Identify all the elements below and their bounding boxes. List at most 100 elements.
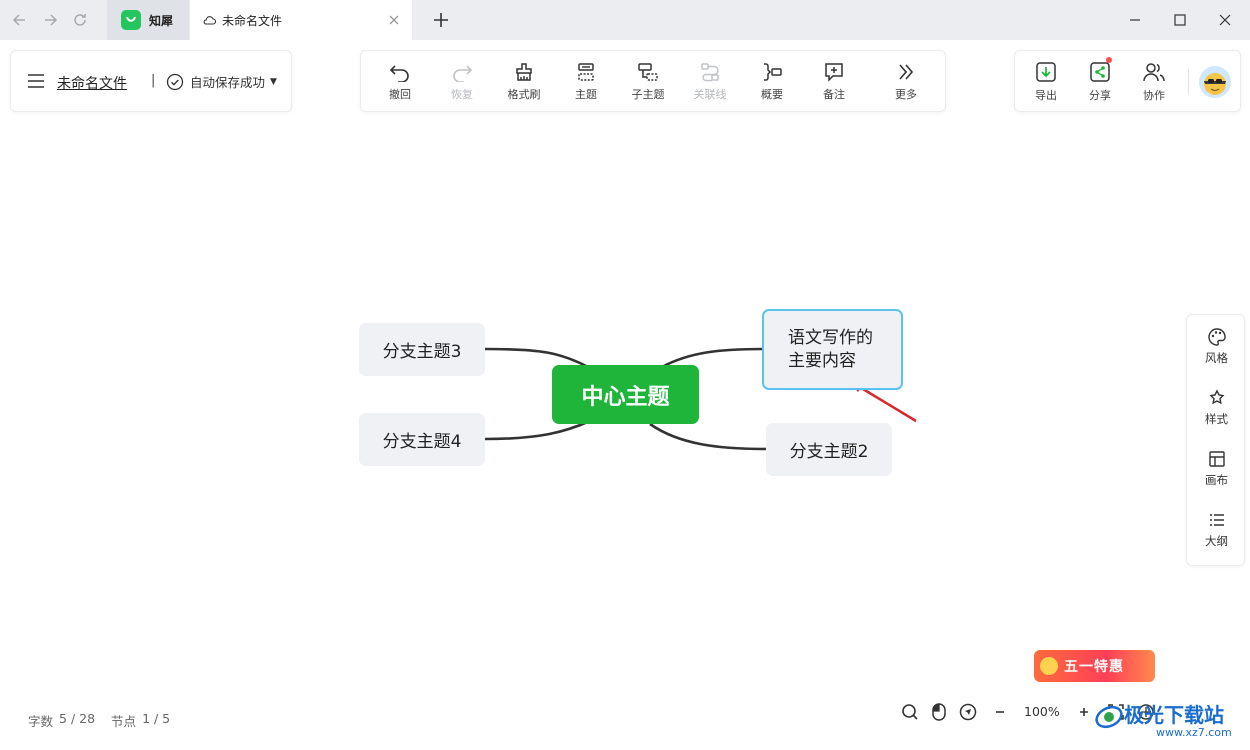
share-button[interactable]: 分享 [1075,51,1125,113]
maximize-icon[interactable] [1170,10,1190,30]
locate-icon[interactable] [958,702,978,722]
subtopic-button[interactable]: 子主题 [617,51,679,113]
summary-icon [764,63,782,81]
style-icon [1209,389,1224,405]
back-icon[interactable] [10,10,30,30]
side-panel: 风格 样式 画布 大纲 [1186,314,1245,566]
node-style-button[interactable]: 样式 [1187,378,1246,438]
topic-icon [578,63,594,81]
branch-topic-4-node[interactable]: 分支主题4 [359,413,485,466]
word-count-label: 字数 [28,714,54,729]
summary-button[interactable]: 概要 [741,51,803,113]
users-icon [1143,63,1165,82]
tab-app[interactable]: 知犀 [107,0,189,40]
right-panel: 导出 分享 协作 [1014,50,1241,112]
word-count-value: 5 / 28 [59,711,96,726]
outline-label: 大纲 [1205,534,1228,548]
topic-label: 主题 [575,88,597,101]
share-label: 分享 [1089,89,1111,102]
outline-button[interactable]: 大纲 [1187,500,1246,560]
file-separator: | [151,73,156,88]
canvas-icon [1208,451,1225,467]
palette-icon [1207,328,1226,346]
export-label: 导出 [1035,89,1057,102]
share-icon [1090,62,1110,82]
file-name[interactable]: 未命名文件 [57,73,127,93]
avatar[interactable] [1199,66,1231,98]
export-icon [1036,62,1056,82]
relation-line-label: 关联线 [693,88,727,101]
note-button[interactable]: 备注 [803,51,865,113]
node-count-value: 1 / 5 [142,711,171,726]
more-button[interactable]: 更多 [875,51,937,113]
close-tab-icon[interactable] [386,12,402,28]
menu-icon[interactable] [27,73,45,89]
promo-label: 五一特惠 [1064,659,1124,675]
selected-topic-node[interactable]: 语文写作的 主要内容 [762,309,903,390]
tab-file[interactable]: 未命名文件 [190,0,412,40]
caret-down-icon: ▼ [270,76,277,87]
center-topic-node[interactable]: 中心主题 [552,365,699,424]
selected-topic-line1: 语文写作的 [788,327,873,348]
file-panel: 未命名文件 | 自动保存成功 ▼ [10,50,292,112]
save-status-label: 自动保存成功 [190,75,266,90]
minimize-icon[interactable] [1125,10,1145,30]
watermark: 极光下载站 www.xz7.com [1094,699,1244,743]
tab-file-label: 未命名文件 [222,13,283,28]
promo-banner[interactable]: 五一特惠 [1034,650,1155,682]
format-brush-icon [516,63,532,81]
canvas-label: 画布 [1205,473,1228,487]
collab-button[interactable]: 协作 [1129,51,1179,113]
subtopic-label: 子主题 [631,88,665,101]
divider [1188,69,1189,95]
undo-button[interactable]: 撤回 [369,51,431,113]
connector-branch2 [649,422,768,451]
app-logo-icon [121,10,141,30]
selected-topic-line2: 主要内容 [788,350,856,371]
status-bar: 字数 5 / 28 节点 1 / 5 [28,711,176,730]
tab-app-label: 知犀 [149,13,174,28]
redo-label: 恢复 [451,88,473,101]
zoom-level: 100% [1024,704,1060,719]
title-bar: 知犀 未命名文件 [0,0,1250,40]
collab-label: 协作 [1143,89,1165,102]
outline-icon [1209,514,1224,526]
theme-style-button[interactable]: 风格 [1187,317,1246,377]
mouse-mode-icon[interactable] [929,702,949,722]
zoom-in-icon[interactable] [1074,702,1094,722]
forward-icon[interactable] [40,10,60,30]
relation-line-button[interactable]: 关联线 [679,51,741,113]
topic-button[interactable]: 主题 [555,51,617,113]
cloud-icon [202,14,216,26]
window-close-icon[interactable] [1215,10,1235,30]
zoom-out-icon[interactable] [990,702,1010,722]
undo-icon [389,65,409,82]
megaphone-icon [1040,657,1058,675]
search-icon[interactable] [900,702,920,722]
save-status[interactable]: 自动保存成功 ▼ [166,72,277,91]
node-count-label: 节点 [111,714,137,729]
palette-label: 风格 [1205,351,1228,365]
note-icon [825,63,843,82]
export-button[interactable]: 导出 [1021,51,1071,113]
style-label: 样式 [1205,412,1228,426]
relation-line-icon [701,63,719,82]
format-brush-button[interactable]: 格式刷 [493,51,555,113]
watermark-logo-icon [1095,705,1123,729]
undo-label: 撤回 [389,88,411,101]
watermark-title: 极光下载站 [1124,703,1224,727]
check-circle-icon [166,73,184,91]
format-brush-label: 格式刷 [507,88,541,101]
note-label: 备注 [823,88,845,101]
branch-topic-3-node[interactable]: 分支主题3 [359,323,485,376]
redo-button[interactable]: 恢复 [431,51,493,113]
watermark-url: www.xz7.com [1156,726,1232,739]
summary-label: 概要 [761,88,783,101]
branch-topic-2-node[interactable]: 分支主题2 [766,423,892,476]
redo-icon [453,65,473,82]
new-tab-icon[interactable] [430,9,452,31]
more-label: 更多 [895,88,917,101]
refresh-icon[interactable] [70,10,90,30]
toolbar: 撤回 恢复 格式刷 主题 子主题 关联线 概要 备注 更多 [360,50,946,112]
canvas-button[interactable]: 画布 [1187,439,1246,499]
